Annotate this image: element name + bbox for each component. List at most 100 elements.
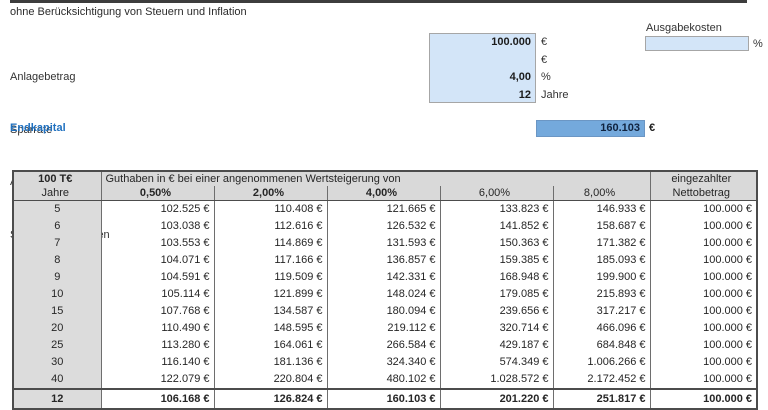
anlagebetrag-label: Anlagebetrag bbox=[10, 69, 110, 87]
value-cell: 148.024 € bbox=[327, 286, 440, 303]
value-cell: 100.000 € bbox=[650, 389, 757, 409]
value-cell: 102.525 € bbox=[101, 201, 214, 219]
value-cell: 119.509 € bbox=[214, 269, 327, 286]
value-cell: 199.900 € bbox=[553, 269, 650, 286]
input-units: € € % Jahre bbox=[541, 34, 569, 104]
value-cell: 251.817 € bbox=[553, 389, 650, 409]
value-cell: 266.584 € bbox=[327, 337, 440, 354]
value-cell: 317.217 € bbox=[553, 303, 650, 320]
value-cell: 131.593 € bbox=[327, 235, 440, 252]
value-cell: 180.094 € bbox=[327, 303, 440, 320]
value-cell: 1.006.266 € bbox=[553, 354, 650, 371]
value-cell: 103.553 € bbox=[101, 235, 214, 252]
ausgabekosten-unit: % bbox=[753, 38, 763, 50]
value-cell: 100.000 € bbox=[650, 201, 757, 219]
year-cell: 8 bbox=[13, 252, 101, 269]
value-cell: 106.168 € bbox=[101, 389, 214, 409]
rate-header-050: 0,50% bbox=[101, 186, 214, 201]
value-cell: 220.804 € bbox=[214, 371, 327, 389]
year-cell: 9 bbox=[13, 269, 101, 286]
spardauer-input[interactable]: 12 bbox=[430, 87, 535, 105]
sheet-subtitle: ohne Berücksichtigung von Steuern und In… bbox=[10, 6, 247, 18]
value-cell: 466.096 € bbox=[553, 320, 650, 337]
value-cell: 100.000 € bbox=[650, 320, 757, 337]
spreadsheet-page: { "subtitle": "ohne Berücksichtigung von… bbox=[0, 0, 768, 408]
endkapital-value: 160.103 bbox=[536, 120, 645, 137]
year-cell: 40 bbox=[13, 371, 101, 389]
value-cell: 158.687 € bbox=[553, 218, 650, 235]
table-row: 6103.038 €112.616 €126.532 €141.852 €158… bbox=[13, 218, 757, 235]
top-divider-bar bbox=[10, 0, 747, 3]
year-cell: 7 bbox=[13, 235, 101, 252]
value-cell: 150.363 € bbox=[440, 235, 553, 252]
value-cell: 684.848 € bbox=[553, 337, 650, 354]
value-cell: 117.166 € bbox=[214, 252, 327, 269]
nettobetrag-header-top: eingezahlter bbox=[650, 171, 757, 186]
spardauer-unit: Jahre bbox=[541, 87, 569, 105]
rate-header-600: 6,00% bbox=[440, 186, 553, 201]
rate-header-800: 8,00% bbox=[553, 186, 650, 201]
value-cell: 113.280 € bbox=[101, 337, 214, 354]
table-row: 7103.553 €114.869 €131.593 €150.363 €171… bbox=[13, 235, 757, 252]
span-header: Guthaben in € bei einer angenommenen Wer… bbox=[101, 171, 650, 186]
ausgabekosten-label: Ausgabekosten bbox=[646, 22, 722, 34]
value-cell: 110.490 € bbox=[101, 320, 214, 337]
value-cell: 100.000 € bbox=[650, 235, 757, 252]
anlagebetrag-input[interactable]: 100.000 bbox=[430, 34, 535, 52]
sparrate-unit: € bbox=[541, 52, 569, 70]
table-row: 40122.079 €220.804 €480.102 €1.028.572 €… bbox=[13, 371, 757, 389]
table-row: 30116.140 €181.136 €324.340 €574.349 €1.… bbox=[13, 354, 757, 371]
value-cell: 112.616 € bbox=[214, 218, 327, 235]
value-cell: 148.595 € bbox=[214, 320, 327, 337]
anlagebetrag-unit: € bbox=[541, 34, 569, 52]
sparrate-input[interactable] bbox=[430, 52, 535, 70]
value-cell: 100.000 € bbox=[650, 218, 757, 235]
value-cell: 480.102 € bbox=[327, 371, 440, 389]
value-cell: 171.382 € bbox=[553, 235, 650, 252]
corner-header: 100 T€ bbox=[13, 171, 101, 186]
value-cell: 100.000 € bbox=[650, 286, 757, 303]
value-cell: 146.933 € bbox=[553, 201, 650, 219]
year-cell: 30 bbox=[13, 354, 101, 371]
year-cell: 25 bbox=[13, 337, 101, 354]
value-cell: 100.000 € bbox=[650, 303, 757, 320]
value-cell: 215.893 € bbox=[553, 286, 650, 303]
rate-header-400: 4,00% bbox=[327, 186, 440, 201]
value-cell: 114.869 € bbox=[214, 235, 327, 252]
value-cell: 104.071 € bbox=[101, 252, 214, 269]
endkapital-label: Endkapital bbox=[10, 122, 66, 134]
value-cell: 136.857 € bbox=[327, 252, 440, 269]
value-cell: 100.000 € bbox=[650, 354, 757, 371]
table-row: 8104.071 €117.166 €136.857 €159.385 €185… bbox=[13, 252, 757, 269]
nettobetrag-header-bottom: Nettobetrag bbox=[650, 186, 757, 201]
value-cell: 1.028.572 € bbox=[440, 371, 553, 389]
value-cell: 160.103 € bbox=[327, 389, 440, 409]
results-table: 100 T€ Guthaben in € bei einer angenomme… bbox=[12, 170, 758, 410]
value-cell: 185.093 € bbox=[553, 252, 650, 269]
value-cell: 574.349 € bbox=[440, 354, 553, 371]
table-highlight-row: 12106.168 €126.824 €160.103 €201.220 €25… bbox=[13, 389, 757, 409]
value-cell: 324.340 € bbox=[327, 354, 440, 371]
table-row: 9104.591 €119.509 €142.331 €168.948 €199… bbox=[13, 269, 757, 286]
value-cell: 100.000 € bbox=[650, 337, 757, 354]
value-cell: 179.085 € bbox=[440, 286, 553, 303]
value-cell: 2.172.452 € bbox=[553, 371, 650, 389]
table-row: 20110.490 €148.595 €219.112 €320.714 €46… bbox=[13, 320, 757, 337]
value-cell: 201.220 € bbox=[440, 389, 553, 409]
value-cell: 164.061 € bbox=[214, 337, 327, 354]
value-cell: 429.187 € bbox=[440, 337, 553, 354]
value-cell: 121.665 € bbox=[327, 201, 440, 219]
jahre-header: Jahre bbox=[13, 186, 101, 201]
value-cell: 126.532 € bbox=[327, 218, 440, 235]
table-body: 5102.525 €110.408 €121.665 €133.823 €146… bbox=[13, 201, 757, 410]
year-cell: 10 bbox=[13, 286, 101, 303]
endkapital-unit: € bbox=[649, 122, 655, 134]
anlageerfolg-input[interactable]: 4,00 bbox=[430, 69, 535, 87]
rate-header-200: 2,00% bbox=[214, 186, 327, 201]
value-cell: 104.591 € bbox=[101, 269, 214, 286]
value-cell: 100.000 € bbox=[650, 252, 757, 269]
value-cell: 110.408 € bbox=[214, 201, 327, 219]
year-cell: 5 bbox=[13, 201, 101, 219]
ausgabekosten-input[interactable] bbox=[645, 36, 749, 51]
input-field-block: 100.000 4,00 12 bbox=[429, 33, 536, 103]
